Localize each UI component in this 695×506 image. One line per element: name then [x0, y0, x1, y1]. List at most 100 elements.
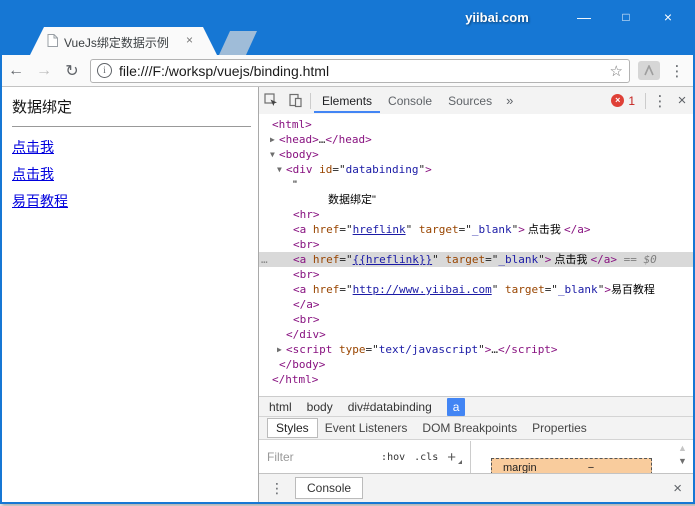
- tree-arrow-icon[interactable]: ▶: [277, 342, 286, 357]
- toolbar-separator: [310, 93, 311, 109]
- devtools-panel: ElementsConsoleSources » × 1 ⋮ × <html>▶…: [258, 87, 693, 502]
- browser-tab[interactable]: VueJs绑定数据示例 ×: [30, 27, 217, 55]
- scroll-down-icon[interactable]: ▼: [675, 455, 690, 468]
- code-segment: target: [498, 283, 544, 296]
- crumb-a[interactable]: a: [447, 398, 466, 416]
- crumb-div#databinding[interactable]: div#databinding: [348, 400, 432, 414]
- tree-arrow-icon[interactable]: ▼: [270, 147, 279, 162]
- tree-line[interactable]: <a href="hreflink" target="_blank"> 点击我 …: [259, 222, 693, 237]
- sidebar-tab-event-listeners[interactable]: Event Listeners: [325, 421, 408, 435]
- scroll-up-icon[interactable]: ▲: [675, 442, 690, 455]
- code-segment: hreflink: [353, 223, 406, 236]
- pseudo-buttons: :hov .cls +: [381, 449, 462, 466]
- new-style-rule-button[interactable]: +: [447, 449, 462, 466]
- tab-close-icon[interactable]: ×: [186, 33, 193, 47]
- pseudo-button-cls[interactable]: .cls: [414, 452, 438, 463]
- browser-window: yiibai.com — □ × VueJs绑定数据示例 × ← → ↻ i f…: [0, 0, 695, 504]
- tree-line[interactable]: ▶<script type="text/javascript">…</scrip…: [259, 342, 693, 357]
- tree-line[interactable]: </div>: [259, 327, 693, 342]
- code-segment: {{hreflink}}: [353, 253, 432, 266]
- tree-line[interactable]: <a href="http://www.yiibai.com" target="…: [259, 282, 693, 297]
- back-icon[interactable]: ←: [2, 62, 30, 80]
- tree-line[interactable]: <hr>: [259, 207, 693, 222]
- device-toolbar-icon[interactable]: [283, 88, 307, 114]
- code-segment: <hr>: [293, 208, 320, 221]
- address-bar[interactable]: i file:///F:/worksp/vuejs/binding.html ☆: [90, 59, 630, 83]
- overflow-indicator: …: [261, 252, 267, 267]
- tree-line[interactable]: <html>: [259, 117, 693, 132]
- minimize-button[interactable]: —: [563, 5, 605, 29]
- code-segment: <br>: [293, 268, 320, 281]
- tree-line[interactable]: <br>: [259, 267, 693, 282]
- code-segment: </a>: [590, 253, 617, 266]
- page-info-icon[interactable]: i: [97, 63, 112, 78]
- code-segment: </a>: [293, 298, 320, 311]
- code-segment: <html>: [272, 118, 312, 131]
- console-close-icon[interactable]: ×: [662, 480, 693, 497]
- tree-line[interactable]: <br>: [259, 237, 693, 252]
- sidebar-tab-dom-breakpoints[interactable]: DOM Breakpoints: [422, 421, 517, 435]
- inspect-element-icon[interactable]: [259, 88, 283, 114]
- new-tab-button[interactable]: [219, 31, 257, 55]
- code-segment: =": [339, 253, 352, 266]
- tree-line[interactable]: …<a href="{{hreflink}}" target="_blank">…: [259, 252, 693, 267]
- console-menu-icon[interactable]: ⋮: [259, 480, 295, 497]
- bookmark-star-icon[interactable]: ☆: [610, 62, 623, 80]
- console-drawer-tab[interactable]: Console: [295, 477, 363, 499]
- tab-elements[interactable]: Elements: [314, 88, 380, 113]
- page-link[interactable]: 易百教程: [12, 193, 68, 209]
- pseudo-button-hov[interactable]: :hov: [381, 452, 405, 463]
- crumb-body[interactable]: body: [307, 400, 333, 414]
- code-segment: >: [604, 283, 611, 296]
- code-segment: ": [478, 343, 485, 356]
- tree-line[interactable]: ▼<body>: [259, 147, 693, 162]
- url-text[interactable]: file:///F:/worksp/vuejs/binding.html: [119, 63, 329, 79]
- code-segment: 点击我: [551, 254, 590, 266]
- sidebar-tabs: Styles Event Listeners DOM Breakpoints Prop…: [259, 416, 693, 440]
- filter-input[interactable]: Filter: [267, 450, 294, 464]
- tab-title: VueJs绑定数据示例: [64, 34, 169, 51]
- tree-line[interactable]: ": [259, 177, 693, 192]
- code-segment: <br>: [293, 313, 320, 326]
- box-model-margin[interactable]: margin −: [491, 458, 652, 473]
- tree-line[interactable]: 数据绑定": [259, 192, 693, 207]
- error-badge[interactable]: × 1: [611, 94, 642, 108]
- forward-icon[interactable]: →: [30, 62, 58, 80]
- sidebar-tab-properties[interactable]: Properties: [532, 421, 587, 435]
- tree-line[interactable]: </a>: [259, 297, 693, 312]
- adobe-extension-icon[interactable]: [638, 61, 660, 80]
- tree-line[interactable]: <br>: [259, 312, 693, 327]
- tree-arrow-icon[interactable]: ▼: [277, 162, 286, 177]
- close-button[interactable]: ×: [647, 5, 689, 29]
- code-segment: id: [313, 163, 333, 176]
- page-link[interactable]: 点击我: [12, 166, 54, 182]
- tree-arrow-icon[interactable]: ▶: [270, 132, 279, 147]
- tree-line[interactable]: </html>: [259, 372, 693, 387]
- code-segment: _blank: [498, 253, 538, 266]
- more-tabs-icon[interactable]: »: [500, 93, 519, 108]
- code-segment: =": [339, 283, 352, 296]
- scrollbar[interactable]: ▲ ▼: [675, 442, 690, 468]
- sidebar-tab-styles[interactable]: Styles: [267, 418, 318, 438]
- maximize-button[interactable]: □: [605, 5, 647, 29]
- code-segment: target: [439, 253, 485, 266]
- code-segment: =": [332, 163, 345, 176]
- code-segment: 点击我: [525, 224, 564, 236]
- page-link[interactable]: 点击我: [12, 139, 54, 155]
- code-segment: </head>: [325, 133, 371, 146]
- browser-menu-icon[interactable]: ⋮: [669, 62, 685, 80]
- devtools-menu-icon[interactable]: ⋮: [649, 92, 671, 110]
- devtools-close-icon[interactable]: ×: [671, 92, 693, 109]
- tree-line[interactable]: ▼<div id="databinding">: [259, 162, 693, 177]
- code-segment: …: [491, 343, 498, 356]
- tree-line[interactable]: ▶<head>…</head>: [259, 132, 693, 147]
- tab-sources[interactable]: Sources: [440, 88, 500, 113]
- crumb-html[interactable]: html: [269, 400, 292, 414]
- code-segment: <br>: [293, 238, 320, 251]
- code-segment: <div: [286, 163, 313, 176]
- code-segment: 易百教程: [611, 284, 655, 296]
- reload-icon[interactable]: ↻: [58, 61, 86, 81]
- tree-line[interactable]: </body>: [259, 357, 693, 372]
- code-segment: 数据绑定": [328, 194, 376, 206]
- tab-console[interactable]: Console: [380, 88, 440, 113]
